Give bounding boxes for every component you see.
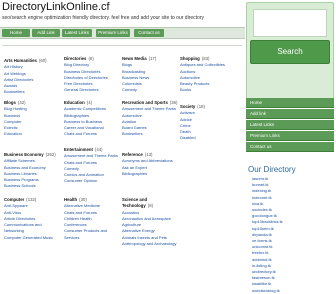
category-block: Science and Technology (8) Acoustics Aerona… [122, 197, 178, 247]
sidebar-item-contact-us[interactable]: Contact us [246, 142, 334, 152]
nav-home[interactable]: Home [2, 29, 30, 37]
subcategory-link[interactable]: Books [180, 87, 236, 93]
top-navbar: Home Add Link Latest Links Premium Links… [0, 27, 245, 39]
nav-latest-links[interactable]: Latest Links [62, 29, 92, 37]
category-block: Directories (6) Blog Directory Business Dir… [64, 56, 120, 94]
directory-link[interactable]: top10backlinks.tk [252, 219, 283, 225]
category-block: Shopping (83) Antiques and Collectibles Auc… [180, 56, 236, 94]
category-block: News Media (17) Blogs Broadcasting Business … [122, 56, 178, 94]
site-title[interactable]: DirectoryLinkOnline.cf [2, 1, 110, 13]
category-count: (132) [26, 197, 37, 202]
category-block: Recreation and Sports (36) Amusement and T… [122, 100, 178, 138]
category-count: (44) [94, 147, 103, 152]
directory-link[interactable]: worldseoblog.tk [252, 288, 283, 294]
category-block: Health (30) Alternative Medicine Chats and … [64, 197, 120, 241]
category-count: (83) [201, 56, 210, 61]
category-count: (6) [88, 56, 94, 61]
category-block: Business Economy (262) Affiliate Schemes Bu… [4, 152, 60, 190]
subcategory-link[interactable]: Chats and Forums [64, 131, 120, 137]
subcategory-link[interactable]: Acronyms and Abbreviations [122, 158, 178, 164]
subcategory-link[interactable]: Amusement and Theme Parks [122, 106, 178, 112]
category-count: (4) [86, 100, 93, 105]
category-count: (17) [148, 56, 157, 61]
category-heading[interactable]: Science and Technology (8) [122, 197, 178, 210]
category-count: (18) [197, 104, 205, 109]
sidebar-item-premium-links[interactable]: Premium Links [246, 131, 334, 141]
search-input[interactable] [253, 9, 327, 37]
subcategory-link[interactable]: General Directories [64, 87, 120, 93]
subcategory-link[interactable]: Consumer Products and Services [64, 228, 120, 241]
subcategory-link[interactable]: Booksellers [122, 131, 178, 137]
sidebar-item-latest-links[interactable]: Latest Links [246, 120, 334, 130]
subcategory-link[interactable]: Education [4, 131, 60, 137]
category-count: (60) [38, 58, 47, 63]
category-count: (13) [144, 152, 153, 157]
category-block: Entertainment (44) Amusement and Theme Par… [64, 147, 120, 185]
subcategory-link[interactable]: Amusement and Theme Parks [64, 153, 120, 159]
subcategory-link[interactable]: Booksellers [4, 89, 60, 95]
our-directory-list: lasrem.tk bunnet.tk indexing.tk indeonet.tk… [252, 176, 283, 294]
subcategory-link[interactable]: Bibliographies [122, 171, 178, 177]
subcategory-link[interactable]: Communications and Networking [4, 222, 60, 235]
site-tagline: seo/search engine optimization friendly … [2, 15, 204, 21]
subcategory-link[interactable]: Disabled [180, 135, 236, 141]
nav-premium-links[interactable]: Premium Links [96, 29, 130, 37]
subcategory-link[interactable]: Anthropology and Archaeology [122, 241, 178, 247]
category-count: (42) [17, 100, 26, 105]
sidebar-item-add-link[interactable]: Add link [246, 109, 334, 119]
our-directory-title: Our Directory [248, 165, 296, 174]
divider [2, 45, 242, 46]
sidebar-item-home[interactable]: Home [246, 98, 334, 108]
category-count: (8) [147, 203, 154, 209]
category-block: Reference (13) Acronyms and Abbreviations A… [122, 152, 178, 177]
subcategory-link[interactable]: Business Schools [4, 183, 60, 189]
category-count: (30) [79, 197, 87, 202]
nav-add-link[interactable]: Add Link [32, 29, 60, 37]
nav-contact-us[interactable]: Contact us [134, 29, 164, 37]
category-block: Society (18) Activism Advice Crime Death Disab… [180, 104, 236, 142]
category-block: Arts Humanities (60) Art History Art Weblog… [4, 58, 60, 96]
category-block: Blogs (42) Blog Hosting Business Computer Ecl… [4, 100, 60, 138]
search-button[interactable]: Search [250, 40, 330, 64]
search-panel: Search [246, 2, 334, 100]
category-count: (262) [45, 152, 56, 157]
category-block: Education (4) Academic Competitions Bibliog… [64, 100, 120, 138]
category-block: Computer (132) Anti-Spyware Anti-Virus Artic… [4, 197, 60, 241]
category-count: (36) [169, 100, 178, 105]
subcategory-link[interactable]: Comedy [122, 87, 178, 93]
subcategory-link[interactable]: Consumer Opinion [64, 178, 120, 184]
subcategory-link[interactable]: Computer Generated Music [4, 235, 60, 241]
